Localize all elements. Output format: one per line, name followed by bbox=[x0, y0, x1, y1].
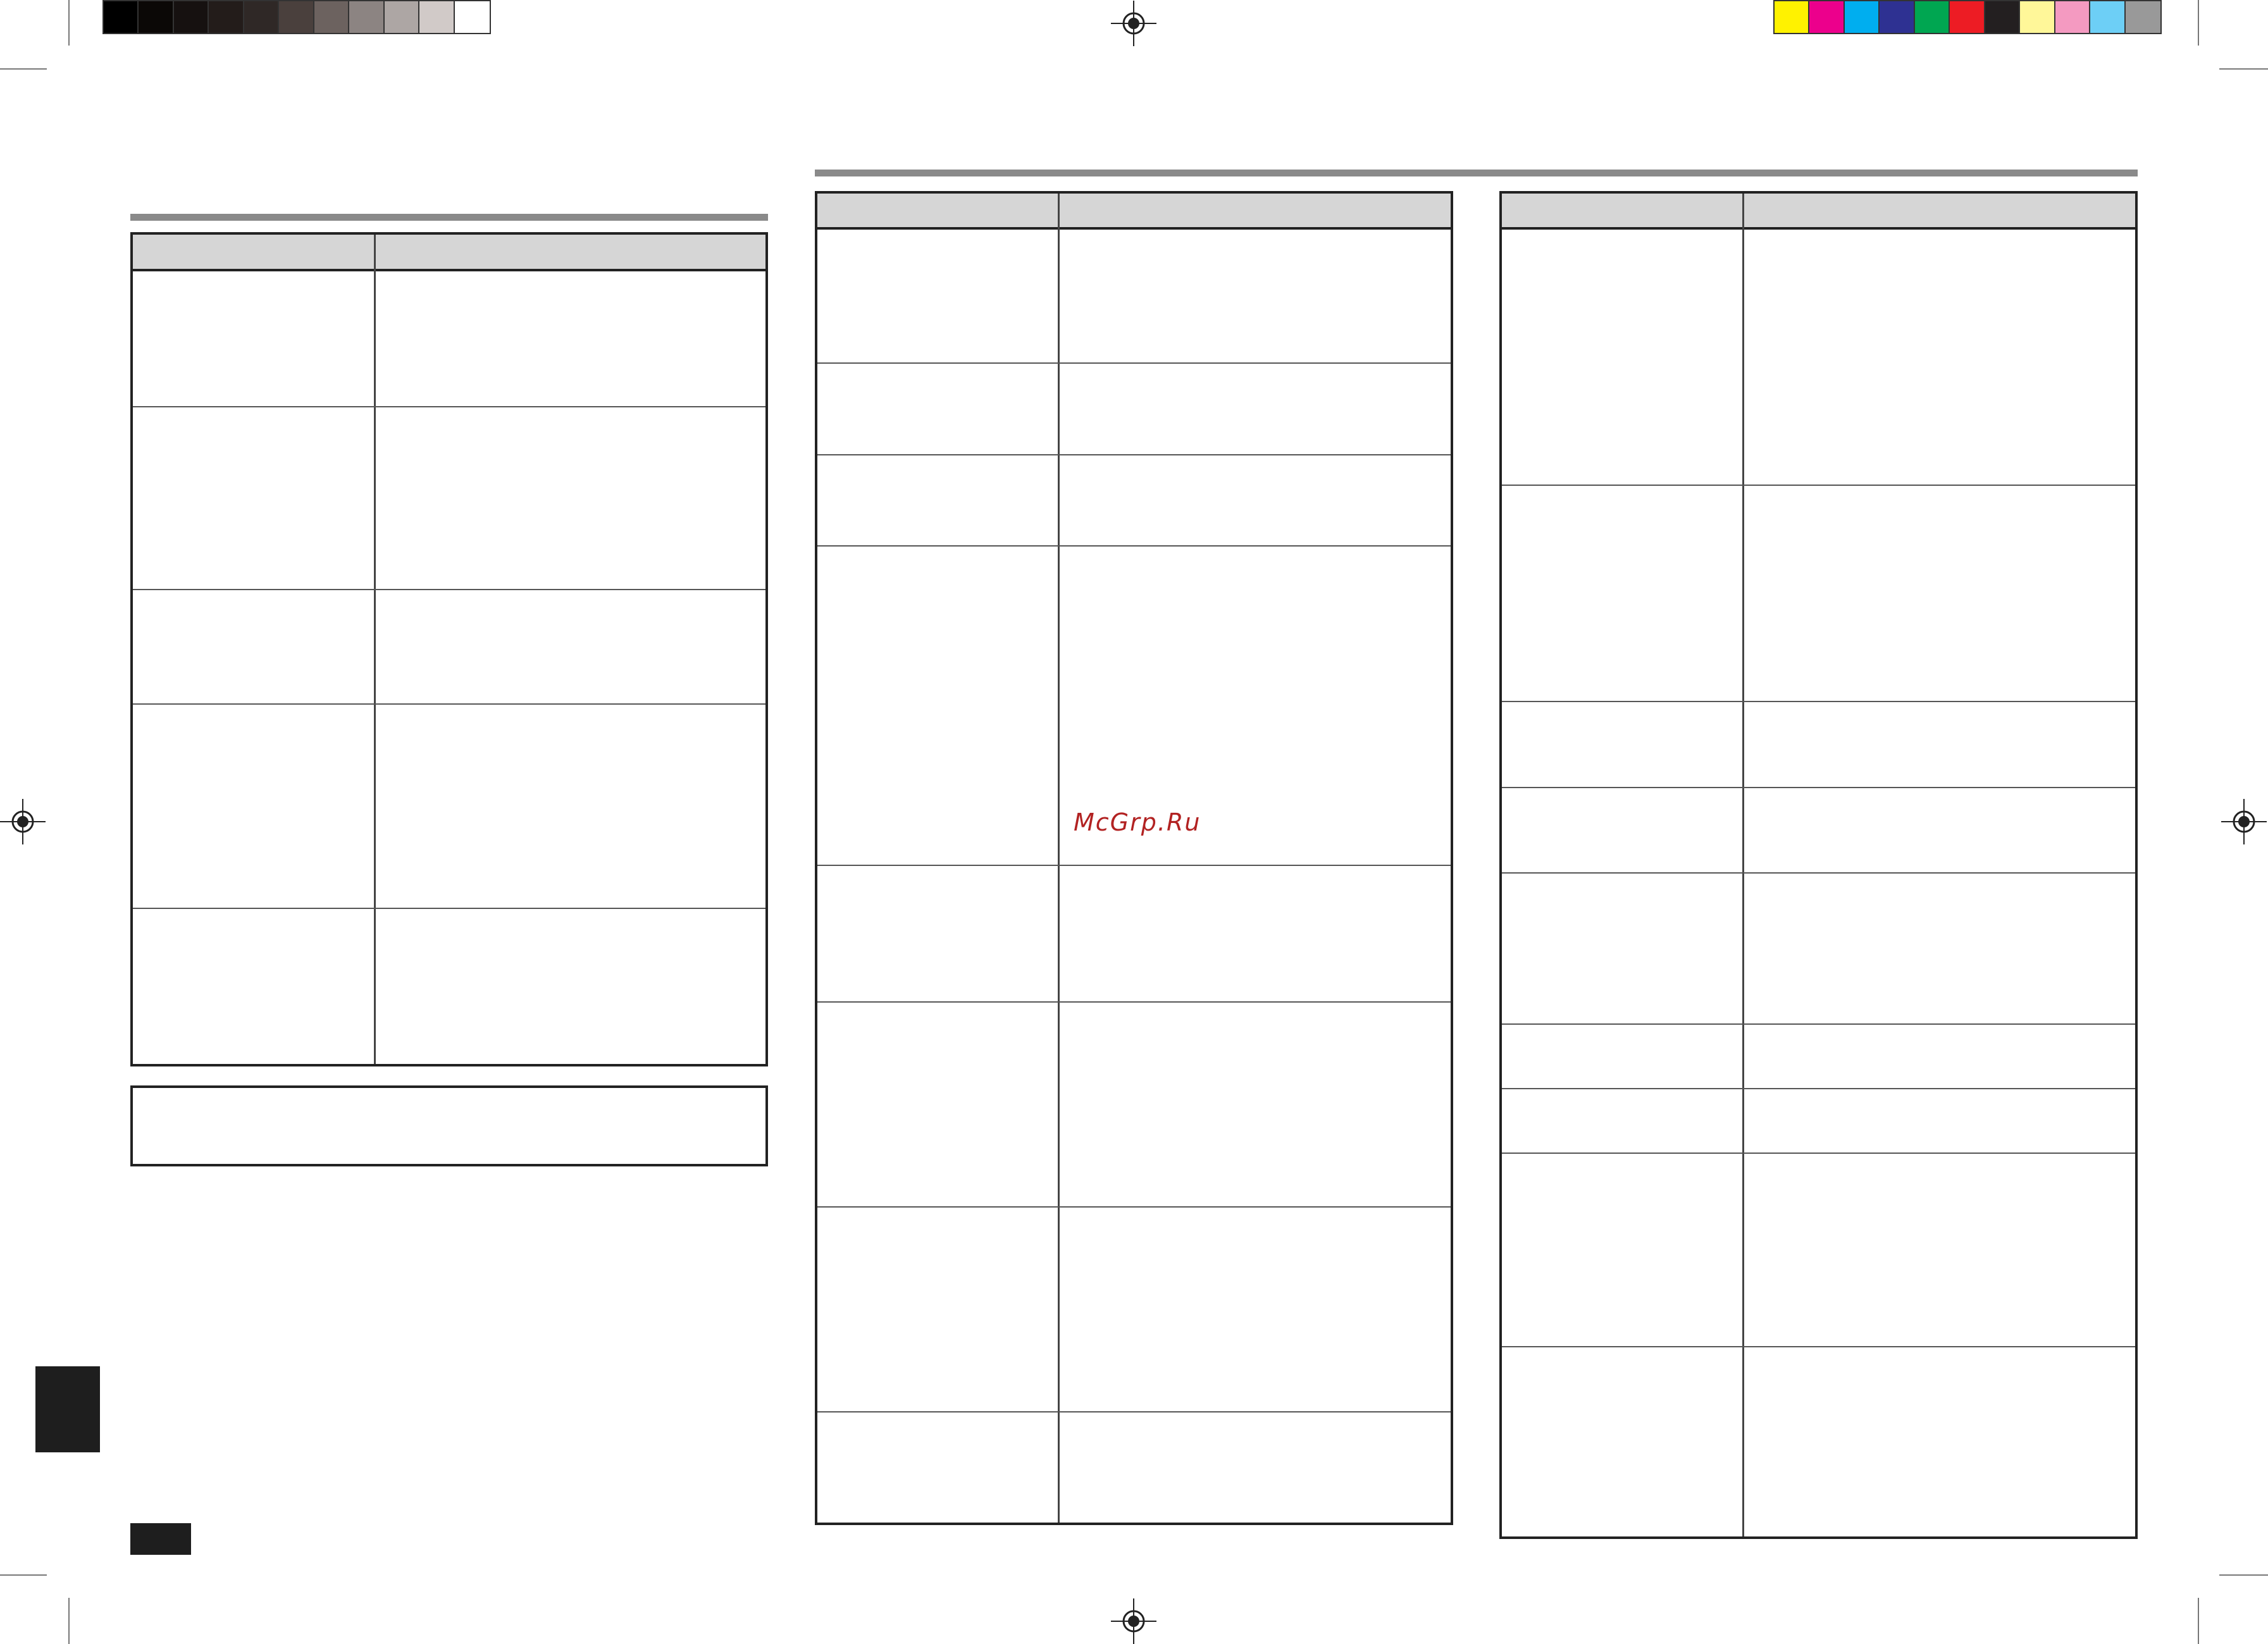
table-row bbox=[817, 1206, 1451, 1208]
crop-mark-bottom-left-h bbox=[0, 1574, 47, 1576]
table-row bbox=[133, 406, 765, 407]
table-row bbox=[1502, 701, 2135, 702]
crop-mark-top-left-v bbox=[68, 0, 70, 46]
color-swatch bbox=[1880, 1, 1915, 33]
color-swatch bbox=[1950, 1, 1985, 33]
color-swatch bbox=[2020, 1, 2055, 33]
color-swatch bbox=[1809, 1, 1845, 33]
color-swatch bbox=[1985, 1, 2021, 33]
color-swatch bbox=[104, 1, 139, 33]
page-number-box bbox=[130, 1523, 191, 1555]
color-swatch bbox=[2055, 1, 2091, 33]
table-header bbox=[1502, 194, 2135, 230]
color-swatch bbox=[279, 1, 314, 33]
registration-target-icon bbox=[1111, 1, 1156, 46]
crop-mark-bottom-right-h bbox=[2219, 1574, 2268, 1576]
color-swatch bbox=[2090, 1, 2126, 33]
column-divider bbox=[1058, 194, 1060, 1523]
color-swatch bbox=[173, 1, 209, 33]
table-row bbox=[1502, 1153, 2135, 1154]
color-swatch bbox=[349, 1, 385, 33]
watermark-text: McGrp.Ru bbox=[1074, 808, 1201, 836]
middle-table bbox=[815, 191, 1453, 1525]
crop-mark-top-left-h bbox=[0, 68, 47, 70]
color-swatch bbox=[419, 1, 455, 33]
color-swatch-bar bbox=[1773, 0, 2162, 34]
table-row bbox=[1502, 1346, 2135, 1347]
table-row bbox=[1502, 1088, 2135, 1089]
table-row bbox=[1502, 787, 2135, 788]
registration-target-icon bbox=[0, 799, 46, 844]
color-swatch bbox=[454, 1, 490, 33]
grayscale-swatch-bar bbox=[102, 0, 491, 34]
color-swatch bbox=[384, 1, 420, 33]
left-note-box bbox=[130, 1085, 768, 1166]
table-row bbox=[133, 703, 765, 705]
table-row bbox=[133, 908, 765, 909]
table-row bbox=[817, 1411, 1451, 1412]
color-swatch bbox=[314, 1, 350, 33]
crop-mark-bottom-left-v bbox=[68, 1598, 70, 1644]
left-table bbox=[130, 232, 768, 1066]
right-table bbox=[1499, 191, 2138, 1539]
table-row bbox=[133, 589, 765, 590]
table-header bbox=[133, 235, 765, 271]
table-row bbox=[817, 454, 1451, 455]
color-swatch bbox=[139, 1, 174, 33]
crop-mark-bottom-right-v bbox=[2198, 1598, 2199, 1644]
registration-target-icon bbox=[1111, 1598, 1156, 1644]
left-section-rule bbox=[130, 214, 768, 221]
crop-mark-top-right-h bbox=[2219, 68, 2268, 70]
table-row bbox=[817, 545, 1451, 547]
color-swatch bbox=[244, 1, 280, 33]
section-tab bbox=[35, 1366, 100, 1452]
color-swatch bbox=[1844, 1, 1880, 33]
table-row bbox=[817, 362, 1451, 364]
table-row bbox=[1502, 1023, 2135, 1025]
color-swatch bbox=[1914, 1, 1950, 33]
color-swatch bbox=[2125, 1, 2160, 33]
table-row bbox=[817, 1001, 1451, 1003]
column-divider bbox=[374, 235, 376, 1064]
color-swatch bbox=[1775, 1, 1810, 33]
table-row bbox=[1502, 872, 2135, 874]
table-row bbox=[1502, 485, 2135, 486]
registration-target-icon bbox=[2221, 799, 2267, 844]
table-row bbox=[817, 865, 1451, 866]
color-swatch bbox=[209, 1, 244, 33]
right-section-rule bbox=[815, 170, 2138, 176]
table-header bbox=[817, 194, 1451, 230]
column-divider bbox=[1742, 194, 1744, 1536]
crop-mark-top-right-v bbox=[2198, 0, 2199, 46]
